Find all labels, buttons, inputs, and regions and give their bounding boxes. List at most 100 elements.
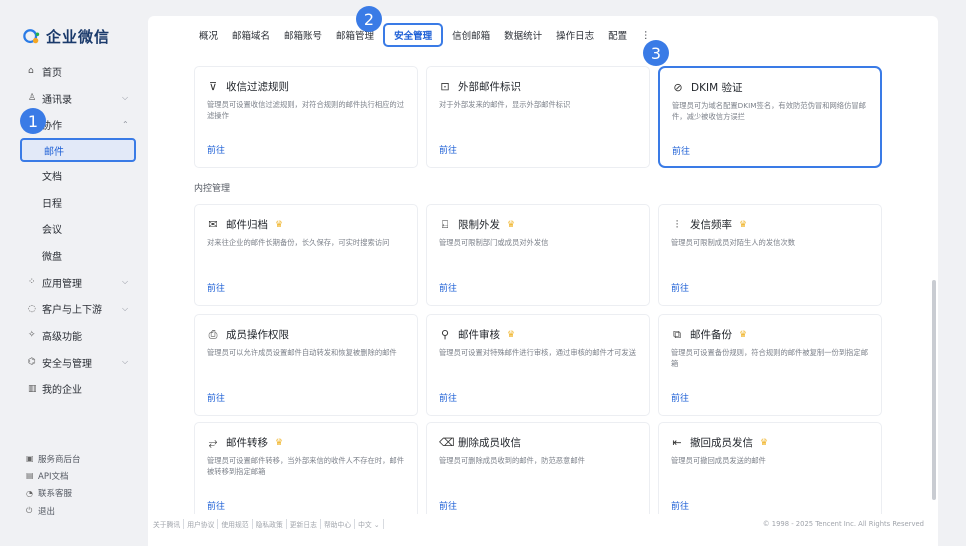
sidebar-item-label: 高级功能 (42, 332, 82, 344)
forward-icon: ⥂ (208, 435, 218, 449)
section-title-neikong: 内控管理 (194, 184, 231, 194)
footer-link[interactable]: 使用规范 (218, 519, 253, 529)
sidebar-bottom-item-1[interactable]: ▤ API文档 (0, 467, 148, 484)
card-title: 邮件归档 (226, 219, 268, 231)
sidebar-bottom-item-2[interactable]: ◔ 联系客服 (0, 485, 148, 502)
sidebar-item-label: 文档 (42, 171, 62, 183)
vip-crown-icon: ♛ (739, 219, 748, 230)
card-goto-link[interactable]: 前往 (207, 281, 225, 294)
more-tabs-icon[interactable]: ⋮ (634, 30, 658, 41)
delete-mail-icon: ⌫ (439, 436, 455, 449)
sidebar-item-9[interactable]: ◌ 客户与上下游 ⌵ (0, 296, 148, 323)
sidebar-bottom-item-0[interactable]: ▣ 服务商后台 (0, 450, 148, 467)
sidebar-item-label: 会议 (42, 225, 62, 237)
sidebar-item-label: 微盘 (42, 251, 62, 263)
contacts-icon: ♙ (28, 92, 37, 103)
card-title-row: ⊡ 外部邮件标识 (439, 79, 521, 94)
sidebar-item-0[interactable]: ⌂ 首页 (0, 58, 148, 85)
tab-8[interactable]: 配置 (601, 28, 634, 42)
feature-card: ⚲ 邮件审核 ♛ 管理员可设置对特殊邮件进行审核，通过审核的邮件才可发送 前往 (426, 314, 650, 416)
footer-link[interactable]: 隐私政策 (253, 519, 287, 529)
card-title: 发信频率 (690, 219, 732, 231)
card-description: 管理员可撤回成员发送的邮件 (671, 456, 766, 465)
card-goto-link[interactable]: 前往 (207, 143, 225, 156)
sidebar-item-8[interactable]: ⁘ 应用管理 ⌵ (0, 269, 148, 296)
sidebar-item-4[interactable]: 文档 (0, 162, 148, 189)
external-mail-icon: ⊡ (440, 80, 450, 93)
main-panel: 概况 邮箱域名 邮箱账号 邮箱管理 安全管理 信创邮箱 数据统计 操作日志 配置 ⋮ 内控管理 ⊽… (148, 16, 938, 546)
sidebar-bottom-links: ▣ 服务商后台 ▤ API文档 ◔ 联系客服 ⏻ 退出 (0, 450, 148, 519)
sidebar-item-7[interactable]: 微盘 (0, 242, 148, 269)
card-title: 外部邮件标识 (458, 81, 521, 93)
sidebar-item-3[interactable]: 邮件 (20, 138, 136, 163)
card-goto-link[interactable]: 前往 (439, 143, 457, 156)
feature-card: ⊽ 收信过滤规则 管理员可设置收信过滤规则，对符合规则的邮件执行相应的过滤操作 前往 (194, 66, 418, 168)
footer-link[interactable]: 帮助中心 (321, 519, 356, 529)
feature-card: ⍇ 限制外发 ♛ 管理员可限制部门或成员对外发信 前往 (426, 204, 650, 306)
footer-link[interactable]: 更新日志 (287, 519, 321, 529)
brand-logo[interactable]: 企业微信 (23, 26, 110, 47)
filter-icon: ⊽ (208, 80, 218, 93)
card-goto-link[interactable]: 前往 (439, 281, 457, 294)
sidebar-item-label: 安全与管理 (42, 358, 92, 370)
sidebar: 企业微信 ⌂首页♙通讯录⌵▦协作⌃邮件文档日程会议微盘⁘应用管理⌵◌客户与上下游… (0, 0, 148, 546)
home-icon: ⌂ (28, 66, 34, 76)
card-title: 邮件备份 (690, 329, 732, 341)
chevron-down-icon: ⌵ (122, 93, 129, 103)
card-goto-link[interactable]: 前往 (671, 281, 689, 294)
scrollbar[interactable] (932, 280, 936, 500)
customer-icon: ◌ (28, 303, 36, 314)
tab-0[interactable]: 概况 (192, 28, 225, 42)
feature-card: ⊘ DKIM 验证 管理员可为域名配置DKIM签名，有效防范伪冒和网络仿冒邮件，减少… (658, 66, 882, 168)
card-goto-link[interactable]: 前往 (439, 391, 457, 404)
feature-card: ⊡ 外部邮件标识 对于外部发来的邮件，显示外部邮件标识 前往 (426, 66, 650, 168)
card-title-row: ⥂ 邮件转移 ♛ (207, 435, 283, 450)
vip-crown-icon: ♛ (275, 219, 284, 230)
sidebar-bottom-label: 退出 (38, 506, 56, 517)
sidebar-item-1[interactable]: ♙ 通讯录 ⌵ (0, 85, 148, 112)
support-icon: ◔ (26, 488, 33, 498)
card-goto-link[interactable]: 前往 (439, 499, 457, 512)
card-goto-link[interactable]: 前往 (207, 391, 225, 404)
tab-2[interactable]: 邮箱账号 (277, 28, 329, 42)
card-title: 成员操作权限 (226, 329, 289, 341)
sidebar-item-5[interactable]: 日程 (0, 189, 148, 216)
card-goto-link[interactable]: 前往 (671, 499, 689, 512)
archive-icon: ✉ (208, 218, 218, 231)
card-goto-link[interactable]: 前往 (207, 499, 225, 512)
card-title-row: ✉ 邮件归档 ♛ (207, 217, 283, 232)
tab-bar: 概况 邮箱域名 邮箱账号 邮箱管理 安全管理 信创邮箱 数据统计 操作日志 配置 ⋮ (192, 23, 658, 47)
sidebar-item-10[interactable]: ✧ 高级功能 (0, 322, 148, 349)
backup-icon: ⧉ (673, 327, 681, 341)
card-goto-link[interactable]: 前往 (672, 144, 690, 157)
footer-links: 关于腾讯 用户协议 使用规范 隐私政策 更新日志 帮助中心 中文 ⌄ (150, 519, 384, 529)
sidebar-item-label: 应用管理 (42, 278, 82, 290)
sidebar-item-6[interactable]: 会议 (0, 215, 148, 242)
sidebar-item-12[interactable]: ▥ 我的企业 (0, 376, 148, 403)
sidebar-bottom-item-3[interactable]: ⏻ 退出 (0, 502, 148, 519)
sidebar-nav: ⌂首页♙通讯录⌵▦协作⌃邮件文档日程会议微盘⁘应用管理⌵◌客户与上下游⌵✧高级功… (0, 58, 148, 402)
tab-7[interactable]: 操作日志 (549, 28, 601, 42)
card-goto-link[interactable]: 前往 (671, 391, 689, 404)
sidebar-bottom-label: 服务商后台 (38, 454, 81, 465)
tab-1[interactable]: 邮箱域名 (225, 28, 277, 42)
vip-crown-icon: ♛ (507, 219, 516, 230)
footer-link[interactable]: 用户协议 (184, 519, 219, 529)
card-title-row: ⊘ DKIM 验证 (672, 80, 742, 95)
sidebar-item-11[interactable]: ⌬ 安全与管理 ⌵ (0, 349, 148, 376)
company-icon: ▥ (28, 383, 37, 394)
sidebar-item-label: 首页 (42, 67, 62, 79)
card-title-row: ⎙ 成员操作权限 (207, 327, 289, 342)
tab-4[interactable]: 安全管理 (383, 23, 444, 47)
footer-link[interactable]: 关于腾讯 (150, 519, 185, 529)
copyright: © 1998 - 2025 Tencent Inc. All Rights Re… (762, 520, 924, 528)
footer-link[interactable]: 中文 ⌄ (355, 519, 384, 529)
card-description: 管理员可删除成员收到的邮件，防范恶意邮件 (439, 456, 585, 465)
step-badge-2: 2 (356, 6, 382, 32)
feature-card: ⎙ 成员操作权限 管理员可以允许成员设置邮件自动转发和恢复被删除的邮件 前往 (194, 314, 418, 416)
step-badge-1: 1 (20, 108, 46, 134)
sidebar-item-label: 邮件 (44, 146, 64, 158)
tab-5[interactable]: 信创邮箱 (445, 28, 497, 42)
tab-6[interactable]: 数据统计 (497, 28, 549, 42)
sidebar-bottom-label: API文档 (38, 471, 69, 482)
